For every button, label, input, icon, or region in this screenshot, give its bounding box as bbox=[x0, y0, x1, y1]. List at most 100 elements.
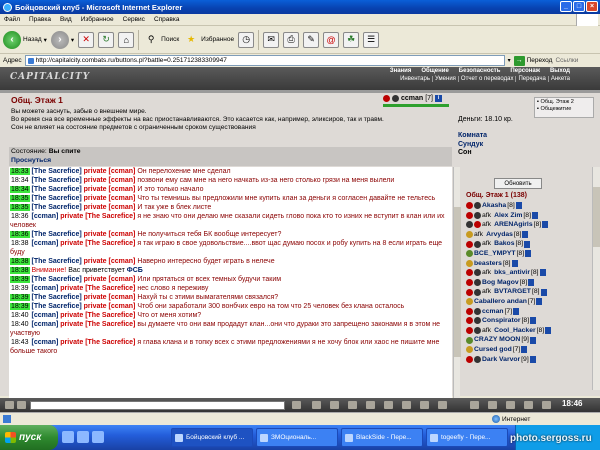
translit-icon[interactable] bbox=[366, 401, 375, 409]
nav-communication[interactable]: Общение bbox=[421, 68, 448, 74]
mail-icon[interactable]: ✉ bbox=[263, 31, 280, 48]
user-info-icon[interactable] bbox=[542, 221, 549, 229]
user-info-icon[interactable] bbox=[536, 298, 543, 306]
menu-file[interactable]: Файл bbox=[4, 16, 20, 23]
online-user-name[interactable]: Alex Zim bbox=[494, 211, 522, 221]
user-info-icon[interactable] bbox=[531, 211, 538, 219]
chat-recipient[interactable]: [ccman] bbox=[109, 168, 136, 175]
chat-recipient[interactable]: [The Sacrefice] bbox=[85, 312, 135, 319]
player-name[interactable]: ccman bbox=[401, 95, 423, 102]
maximize-button[interactable]: □ bbox=[573, 1, 585, 12]
back-button[interactable]: ‹ Назад ▾ bbox=[3, 30, 47, 49]
chat-sender[interactable]: [The Sacrefice] bbox=[31, 303, 81, 310]
chat-sender[interactable]: [The Sacrefice] bbox=[31, 231, 81, 238]
nav-transfers-report[interactable]: Отчет о переводах bbox=[461, 76, 517, 82]
log-icon[interactable] bbox=[384, 401, 393, 409]
nav-security[interactable]: Безопасность bbox=[459, 68, 501, 74]
chat-recipient[interactable]: [The Sacrefice] bbox=[85, 339, 135, 346]
online-user-name[interactable]: Cursed god bbox=[474, 345, 512, 355]
chat-recipient[interactable]: [The Sacrefice] bbox=[85, 240, 135, 247]
user-info-icon[interactable] bbox=[511, 259, 518, 267]
chat-recipient[interactable]: [ccman] bbox=[109, 177, 136, 184]
chat-sender[interactable]: [The Sacrefice] bbox=[31, 186, 81, 193]
friends-icon[interactable] bbox=[402, 401, 411, 409]
chat-sender[interactable]: [ccman] bbox=[31, 285, 58, 292]
chat-sender[interactable]: [The Sacrefice] bbox=[31, 195, 81, 202]
online-user[interactable]: CRAZY MOON [9] bbox=[466, 335, 596, 345]
online-user-name[interactable]: Dark Varvor bbox=[482, 355, 520, 365]
user-info-icon[interactable] bbox=[522, 231, 529, 239]
user-info-icon[interactable] bbox=[529, 336, 536, 344]
online-user-name[interactable]: CRAZY MOON bbox=[474, 335, 520, 345]
online-user-name[interactable]: Conspirator bbox=[482, 316, 521, 326]
chat-sender[interactable]: [The Sacrefice] bbox=[31, 276, 81, 283]
online-user-name[interactable]: Arvydas bbox=[486, 230, 513, 240]
online-user-name[interactable]: Cool_Hacker bbox=[494, 326, 536, 336]
scroll-icon[interactable] bbox=[524, 401, 533, 409]
chest-link[interactable]: Сундук bbox=[458, 141, 487, 150]
discuss-icon[interactable]: @ bbox=[323, 31, 340, 48]
chat-sender[interactable]: [The Sacrefice] bbox=[31, 258, 81, 265]
messenger-icon[interactable]: ☘ bbox=[343, 31, 360, 48]
online-user-name[interactable]: bks_antivir bbox=[494, 268, 530, 278]
chat-recipient[interactable]: [ccman] bbox=[109, 303, 136, 310]
history-icon[interactable]: ◷ bbox=[238, 31, 255, 48]
online-user-name[interactable]: Caballero andan bbox=[474, 297, 527, 307]
chat-sender[interactable]: [The Sacrefice] bbox=[31, 168, 81, 175]
minimize-button[interactable]: _ bbox=[560, 1, 572, 12]
menu-help[interactable]: Справка bbox=[154, 16, 180, 23]
user-info-icon[interactable] bbox=[515, 202, 522, 210]
online-user-name[interactable]: ccman bbox=[482, 307, 504, 317]
nav-transfer[interactable]: Передача bbox=[518, 76, 549, 82]
online-user-name[interactable]: beasters bbox=[474, 259, 502, 269]
quick-launch-ie-icon[interactable] bbox=[62, 431, 74, 443]
chat-settings-icon[interactable] bbox=[348, 401, 357, 409]
menu-tools[interactable]: Сервис bbox=[123, 16, 145, 23]
ignore-icon[interactable] bbox=[420, 401, 429, 409]
chat-sender[interactable]: [The Sacrefice] bbox=[31, 177, 81, 184]
task-togeefly[interactable]: togeefly - Пере... bbox=[426, 428, 508, 447]
online-user[interactable]: ccman [7] bbox=[466, 307, 596, 317]
task-emotional[interactable]: ЗМОциональ... bbox=[256, 428, 338, 447]
online-user[interactable]: Caballero andan [7] bbox=[466, 297, 596, 307]
room-dormitory[interactable]: ▪ Общежитие bbox=[537, 106, 591, 113]
user-info-icon[interactable] bbox=[524, 240, 531, 248]
online-user[interactable]: afk Alex Zim [8] bbox=[466, 211, 596, 221]
online-user[interactable]: Dark Varvor [9] bbox=[466, 355, 596, 365]
online-user-name[interactable]: Bakos bbox=[494, 239, 514, 249]
chat-send-icon[interactable] bbox=[17, 401, 26, 409]
chat-sender[interactable]: [The Sacrefice] bbox=[31, 294, 81, 301]
user-info-icon[interactable] bbox=[539, 269, 546, 277]
chat-sender[interactable]: [ccman] bbox=[31, 339, 58, 346]
filter-icon[interactable] bbox=[330, 401, 339, 409]
online-user[interactable]: afk Bakos [8] bbox=[466, 239, 596, 249]
online-user-name[interactable]: Akasha bbox=[482, 201, 506, 211]
chat-input[interactable] bbox=[30, 401, 285, 410]
chat-recipient[interactable]: [The Sacrefice] bbox=[85, 321, 135, 328]
online-user[interactable]: afk BVTARGET [8] bbox=[466, 287, 596, 297]
wake-up-link[interactable]: Проснуться bbox=[11, 157, 450, 166]
links-label[interactable]: Ссылки bbox=[555, 57, 578, 64]
bag-icon[interactable] bbox=[506, 401, 515, 409]
online-user[interactable]: afk Arvydas [8] bbox=[466, 230, 596, 240]
menu-view[interactable]: Вид bbox=[60, 16, 72, 23]
chat-fsb-link[interactable]: ФСБ bbox=[127, 267, 143, 274]
chat-recipient[interactable]: [The Sacrefice] bbox=[85, 285, 135, 292]
forward-button[interactable]: › ▾ bbox=[50, 30, 74, 49]
search-button[interactable]: ⚲ Поиск bbox=[143, 32, 179, 48]
edit-icon[interactable]: ✎ bbox=[303, 31, 320, 48]
quick-launch-media-icon[interactable] bbox=[92, 431, 104, 443]
chat-sender[interactable]: [The Sacrefice] bbox=[31, 204, 81, 211]
nav-skills[interactable]: Умения bbox=[435, 76, 459, 82]
research-icon[interactable]: ☰ bbox=[363, 31, 380, 48]
chat-recipient[interactable]: [ccman] bbox=[109, 186, 136, 193]
chat-sender[interactable]: [ccman] bbox=[31, 240, 58, 247]
start-button[interactable]: пуск bbox=[0, 425, 58, 450]
online-user[interactable]: Cursed god [7] bbox=[466, 345, 596, 355]
user-info-icon[interactable] bbox=[528, 279, 535, 287]
user-info-icon[interactable] bbox=[513, 307, 520, 315]
print-icon[interactable]: ⎙ bbox=[283, 31, 300, 48]
chat-recipient[interactable]: [ccman] bbox=[109, 258, 136, 265]
chat-recipient[interactable]: [ccman] bbox=[109, 231, 136, 238]
menu-edit[interactable]: Правка bbox=[29, 16, 51, 23]
